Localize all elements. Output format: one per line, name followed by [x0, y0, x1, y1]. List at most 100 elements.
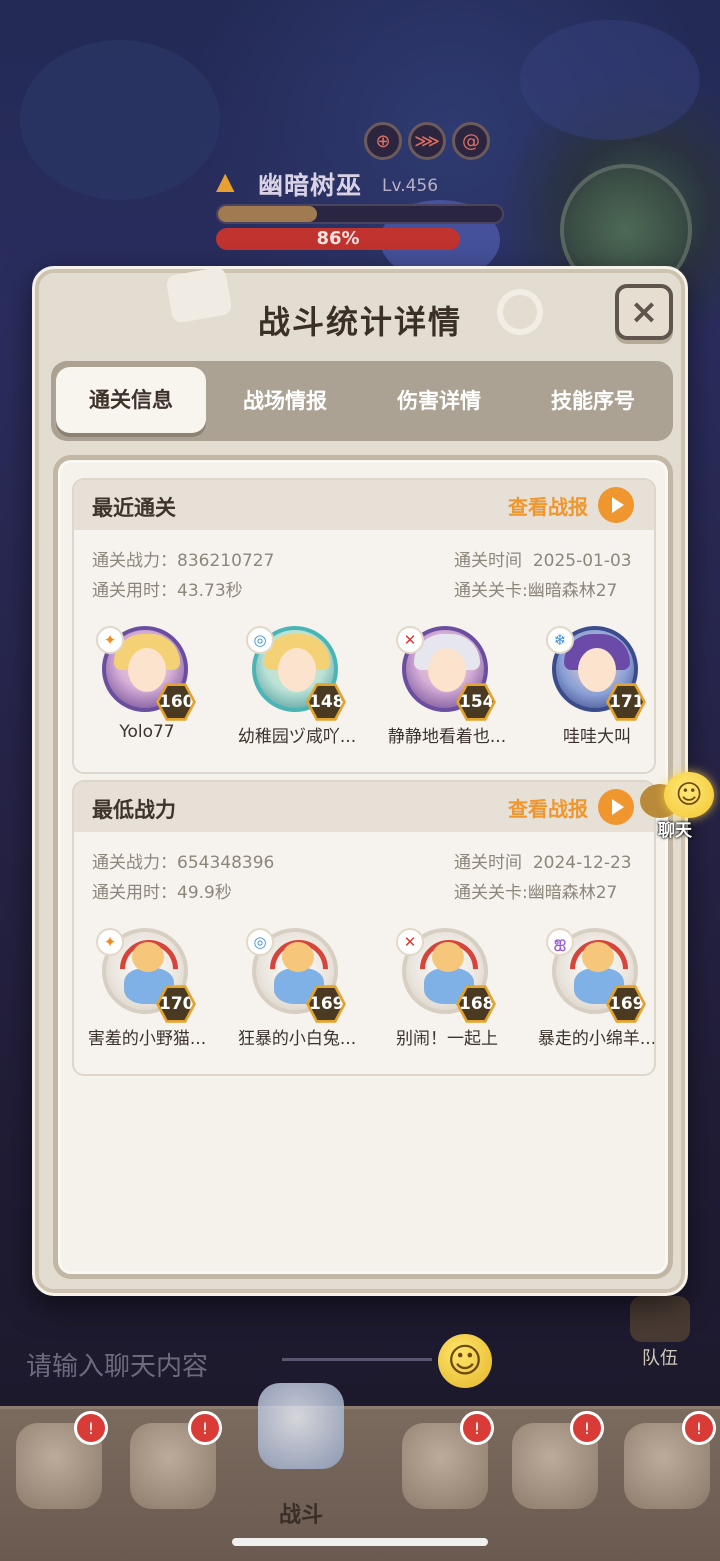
- close-button[interactable]: ×: [615, 284, 673, 340]
- stage-value: 幽暗森林27: [527, 581, 618, 601]
- duration-stat: 通关用时：49.9秒: [92, 878, 232, 903]
- stage-stat: 通关关卡:幽暗森林27: [454, 878, 617, 903]
- record-card-recent: 最近通关 查看战报 通关战力：836210727 通关用时：43.73秒 通关时…: [72, 478, 656, 774]
- chat-bubble-button[interactable]: ☺ 聊天: [638, 770, 720, 841]
- view-report-label: 查看战报: [508, 796, 588, 821]
- play-icon: [598, 789, 634, 825]
- tab-skill-order[interactable]: 技能序号: [516, 361, 670, 441]
- time-value: 2024-12-23: [532, 853, 632, 873]
- stage-stat: 通关关卡:幽暗森林27: [454, 576, 617, 601]
- fire-icon: ✦: [96, 626, 124, 654]
- hero-slot[interactable]: ◎ 169 狂暴的小白兔...: [224, 928, 370, 1054]
- fire-icon: ✦: [96, 928, 124, 956]
- tab-bar: 通关信息 战场情报 伤害详情 技能序号: [51, 361, 673, 441]
- boss-status-icons: ⊕ ⋙ @: [364, 122, 490, 160]
- sword-icon: ✕: [396, 626, 424, 654]
- boss-shield-bar: [216, 204, 504, 224]
- nav-item-battle[interactable]: 战斗: [246, 1383, 356, 1528]
- smiley-icon: ☺: [664, 772, 714, 818]
- battle-stats-modal: 战斗统计详情 × 通关信息 战场情报 伤害详情 技能序号 最近通关 查看战报 通…: [32, 266, 688, 1296]
- stage-label: 通关关卡:: [454, 883, 528, 903]
- record-title: 最近通关: [92, 496, 176, 520]
- notification-badge-icon: !: [188, 1411, 222, 1445]
- time-value: 2025-01-03: [532, 551, 632, 571]
- tab-clear-info[interactable]: 通关信息: [56, 367, 206, 433]
- view-report-button[interactable]: 查看战报: [508, 486, 634, 524]
- power-label: 通关战力：: [92, 551, 177, 571]
- boss-name: 幽暗树巫: [258, 171, 363, 200]
- time-stat: 通关时间 2024-12-23: [454, 848, 632, 873]
- team-label: 队伍: [642, 1348, 678, 1369]
- claw-icon: ⋙: [408, 122, 446, 160]
- power-label: 通关战力：: [92, 853, 177, 873]
- notification-badge-icon: !: [460, 1411, 494, 1445]
- power-stat: 通关战力：836210727: [92, 546, 274, 571]
- tab-damage-details[interactable]: 伤害详情: [362, 361, 516, 441]
- hero-name: 别闹！一起上: [396, 1029, 498, 1049]
- hero-slot[interactable]: ஐ 169 暴走的小绵羊...: [524, 928, 656, 1054]
- boss-hp-percent: 86%: [316, 228, 360, 249]
- hero-slot[interactable]: ✦ 160 Yolo77: [74, 626, 220, 752]
- nav-item-event[interactable]: !: [612, 1411, 720, 1533]
- nav-item-character[interactable]: !: [118, 1411, 228, 1533]
- swirl-icon: @: [452, 122, 490, 160]
- duration-label: 通关用时：: [92, 581, 177, 601]
- nav-item-guild[interactable]: !: [500, 1411, 610, 1533]
- hero-slot[interactable]: ✕ 154 静静地看着也...: [374, 626, 520, 752]
- hero-slot[interactable]: ❄ 171 哇哇大叫: [524, 626, 654, 752]
- notification-badge-icon: !: [570, 1411, 604, 1445]
- hero-slot[interactable]: ✦ 170 害羞的小野猫...: [74, 928, 220, 1054]
- play-icon: [598, 487, 634, 523]
- duration-stat: 通关用时：43.73秒: [92, 576, 243, 601]
- nav-battle-label: 战斗: [278, 1503, 323, 1528]
- hero-list: ✦ 170 害羞的小野猫... ◎ 169 狂暴的小白兔... ✕ 168 别闹…: [74, 928, 656, 1054]
- power-value: 654348396: [177, 853, 275, 873]
- chat-bubble-label: 聊天: [658, 821, 692, 841]
- scene-decoration: [520, 20, 700, 140]
- time-stat: 通关时间 2025-01-03: [454, 546, 632, 571]
- water-icon: ◎: [246, 928, 274, 956]
- notification-badge-icon: !: [682, 1411, 716, 1445]
- boss-health-panel: ▲ 幽暗树巫 Lv.456 86%: [216, 168, 506, 258]
- content-panel: 最近通关 查看战报 通关战力：836210727 通关用时：43.73秒 通关时…: [53, 455, 673, 1279]
- chat-divider: [282, 1358, 432, 1361]
- chat-input[interactable]: 请输入聊天内容: [26, 1346, 208, 1383]
- tab-battlefield-intel[interactable]: 战场情报: [208, 361, 362, 441]
- stage-value: 幽暗森林27: [527, 883, 618, 903]
- boss-hp-bar: 86%: [216, 228, 460, 250]
- view-report-button[interactable]: 查看战报: [508, 788, 634, 826]
- warning-icon: ▲: [216, 167, 235, 195]
- water-icon: ◎: [246, 626, 274, 654]
- duration-label: 通关用时：: [92, 883, 177, 903]
- team-button[interactable]: 队伍: [622, 1296, 698, 1372]
- view-report-label: 查看战报: [508, 494, 588, 519]
- hero-name: Yolo77: [119, 722, 175, 742]
- time-label: 通关时间: [454, 551, 522, 571]
- hero-name: 哇哇大叫: [563, 727, 631, 747]
- nav-item-shop[interactable]: !: [390, 1411, 500, 1533]
- modal-title: 战斗统计详情: [257, 303, 462, 341]
- nav-item-hero[interactable]: !: [4, 1411, 114, 1533]
- emoji-button[interactable]: ☺: [438, 1334, 492, 1388]
- home-indicator: [232, 1538, 488, 1546]
- scene-decoration: [20, 40, 220, 200]
- frost-icon: ❄: [546, 626, 574, 654]
- hero-slot[interactable]: ✕ 168 别闹！一起上: [374, 928, 520, 1054]
- stage-label: 通关关卡:: [454, 581, 528, 601]
- time-label: 通关时间: [454, 853, 522, 873]
- record-header: 最低战力 查看战报: [74, 782, 654, 832]
- hero-name: 静静地看着也...: [387, 727, 507, 747]
- wind-icon: ஐ: [546, 928, 574, 956]
- hero-name: 暴走的小绵羊...: [537, 1029, 656, 1049]
- duration-value: 43.73秒: [177, 581, 243, 601]
- hero-name: 幼稚园ヅ咸吖...: [237, 727, 357, 747]
- hero-slot[interactable]: ◎ 148 幼稚园ヅ咸吖...: [224, 626, 370, 752]
- sword-shield-icon: [258, 1383, 344, 1469]
- team-icon: [630, 1296, 690, 1342]
- target-icon: ⊕: [364, 122, 402, 160]
- hero-name: 狂暴的小白兔...: [237, 1029, 357, 1049]
- chat-input-area: 请输入聊天内容 ☺: [0, 1330, 720, 1400]
- record-title: 最低战力: [92, 798, 176, 822]
- record-card-lowest-power: 最低战力 查看战报 通关战力：654348396 通关用时：49.9秒 通关时间…: [72, 780, 656, 1076]
- hero-list: ✦ 160 Yolo77 ◎ 148 幼稚园ヅ咸吖... ✕ 154 静静地看着…: [74, 626, 654, 752]
